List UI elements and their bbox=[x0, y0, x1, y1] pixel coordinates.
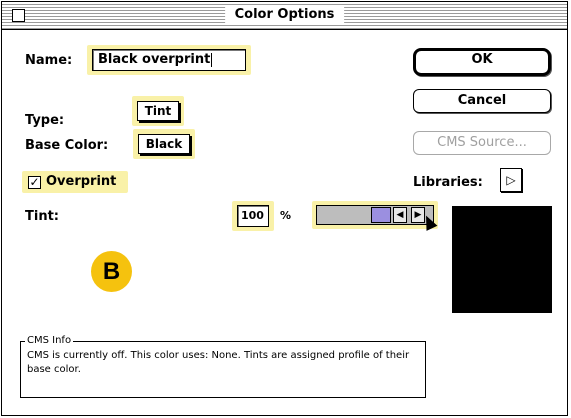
name-field[interactable]: Black overprint bbox=[92, 49, 246, 71]
cms-source-button[interactable]: CMS Source... bbox=[413, 131, 551, 155]
name-label: Name: bbox=[25, 53, 73, 68]
color-preview-swatch bbox=[452, 206, 552, 313]
text-caret bbox=[211, 52, 213, 67]
title-bar[interactable]: Color Options bbox=[2, 2, 567, 30]
cms-info-legend: CMS Info bbox=[25, 335, 74, 346]
type-label: Type: bbox=[25, 113, 65, 128]
name-value: Black overprint bbox=[98, 52, 211, 67]
type-popup[interactable]: Tint bbox=[137, 101, 179, 121]
tint-decrease-arrow-icon[interactable]: ◀ bbox=[393, 207, 407, 223]
overprint-label: Overprint bbox=[46, 174, 117, 189]
dialog-title: Color Options bbox=[224, 6, 345, 24]
base-color-label: Base Color: bbox=[25, 138, 109, 153]
tint-percent-unit: % bbox=[280, 209, 292, 222]
tint-slider[interactable]: ◀ ▶ bbox=[316, 205, 434, 225]
close-box[interactable] bbox=[12, 9, 25, 22]
tint-label: Tint: bbox=[25, 209, 59, 224]
libraries-label: Libraries: bbox=[413, 175, 483, 190]
tint-value-field[interactable]: 100 bbox=[237, 205, 269, 227]
overprint-checkbox[interactable]: ✓ bbox=[28, 176, 41, 189]
tint-slider-thumb[interactable] bbox=[371, 207, 391, 223]
cancel-button[interactable]: Cancel bbox=[413, 89, 551, 113]
libraries-arrow-icon[interactable]: ▷ bbox=[500, 168, 522, 192]
ok-button[interactable]: OK bbox=[413, 48, 551, 76]
cms-info-text: CMS is currently off. This color uses: N… bbox=[27, 350, 410, 375]
base-color-popup[interactable]: Black bbox=[138, 134, 190, 154]
callout-badge: B bbox=[91, 251, 132, 292]
